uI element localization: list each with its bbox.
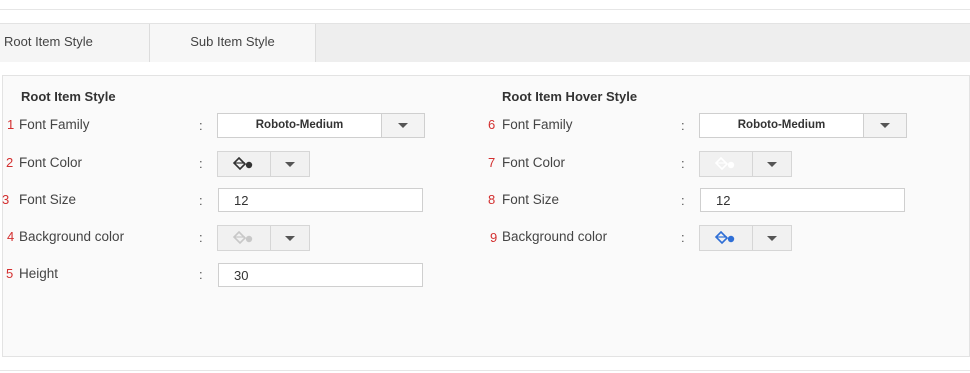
hover-background-color-picker[interactable]	[699, 225, 792, 251]
hover-font-size-label: Font Size	[502, 192, 560, 207]
font-size-input[interactable]	[218, 188, 423, 212]
field-number: 4	[7, 229, 15, 244]
field-number: 6	[488, 117, 496, 132]
separator: :	[681, 118, 685, 133]
separator: :	[199, 193, 203, 208]
separator: :	[681, 156, 685, 171]
separator: :	[199, 267, 203, 282]
tab-sub-item-style[interactable]: Sub Item Style	[149, 24, 316, 62]
caret-down-icon	[863, 114, 906, 137]
font-family-label: Font Family	[19, 117, 90, 132]
separator: :	[681, 230, 685, 245]
caret-down-icon	[271, 226, 309, 250]
field-number: 7	[488, 155, 496, 170]
separator: :	[199, 230, 203, 245]
font-size-label: Font Size	[19, 192, 77, 207]
hover-font-family-select[interactable]: Roboto-Medium	[699, 113, 907, 138]
bottom-divider	[0, 370, 970, 371]
caret-down-icon	[753, 226, 791, 250]
field-number: 2	[6, 155, 14, 170]
font-color-picker[interactable]	[217, 151, 310, 177]
separator: :	[199, 118, 203, 133]
field-number: 9	[490, 230, 498, 245]
tab-root-item-style[interactable]: Root Item Style	[0, 24, 149, 62]
font-color-label: Font Color	[19, 155, 83, 170]
paint-bucket-icon	[218, 226, 271, 250]
top-divider	[0, 9, 970, 10]
field-number: 5	[6, 266, 14, 281]
background-color-label: Background color	[19, 229, 125, 244]
hover-style-title: Root Item Hover Style	[502, 89, 638, 104]
height-input[interactable]	[218, 263, 423, 287]
caret-down-icon	[271, 152, 309, 176]
hover-font-family-value: Roboto-Medium	[737, 119, 826, 131]
hover-background-color-label: Background color	[502, 229, 608, 244]
field-number: 1	[7, 117, 15, 132]
font-family-value: Roboto-Medium	[255, 119, 344, 131]
hover-font-family-label: Font Family	[502, 117, 573, 132]
caret-down-icon	[753, 152, 791, 176]
paint-bucket-icon	[700, 226, 753, 250]
font-family-select[interactable]: Roboto-Medium	[217, 113, 425, 138]
paint-bucket-icon	[700, 152, 753, 176]
hover-font-color-label: Font Color	[502, 155, 566, 170]
height-label: Height	[19, 266, 59, 281]
field-number: 3	[2, 192, 10, 207]
background-color-picker[interactable]	[217, 225, 310, 251]
root-style-title: Root Item Style	[21, 89, 116, 104]
caret-down-icon	[381, 114, 424, 137]
tab-bar: Root Item Style Sub Item Style	[0, 23, 970, 62]
hover-font-color-picker[interactable]	[699, 151, 792, 177]
paint-bucket-icon	[218, 152, 271, 176]
separator: :	[681, 193, 685, 208]
hover-font-size-input[interactable]	[700, 188, 905, 212]
separator: :	[199, 156, 203, 171]
field-number: 8	[488, 192, 496, 207]
